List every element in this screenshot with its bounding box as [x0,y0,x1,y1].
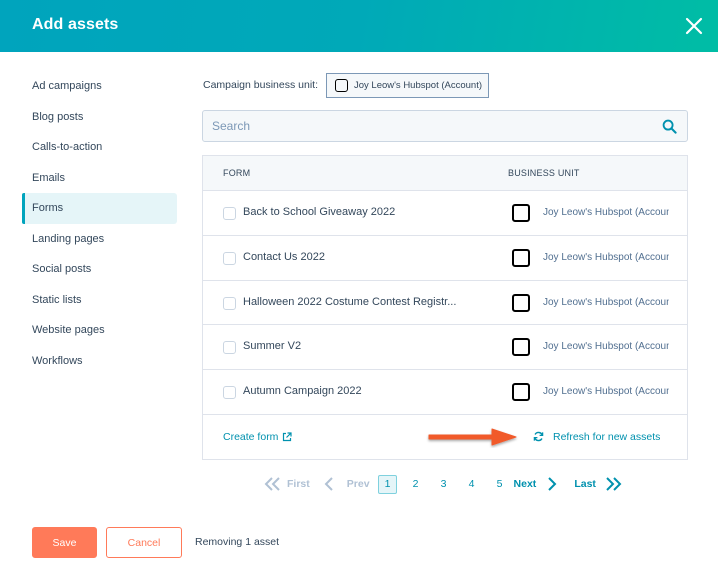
business-unit-value: Joy Leow's Hubspot (Account) [543,207,669,218]
table-row: Contact Us 2022 Joy Leow's Hubspot (Acco… [203,236,687,281]
sidebar-item-label: Blog posts [32,110,84,123]
forms-table: FORM BUSINESS UNIT Back to School Giveaw… [202,155,688,460]
sidebar-item-static-lists[interactable]: Static lists [22,285,177,316]
sidebar-item-ad-campaigns[interactable]: Ad campaigns [22,71,177,102]
first-page-button[interactable]: First [263,476,310,492]
next-page-button[interactable]: Next [514,476,558,492]
modal-title: Add assets [32,16,119,33]
column-header-business-unit[interactable]: BUSINESS UNIT [508,168,580,178]
search-input[interactable] [203,111,643,141]
sidebar-item-label: Landing pages [32,232,105,245]
page-1[interactable]: 1 [378,474,398,494]
first-label: First [287,478,310,490]
business-unit-icon [512,248,530,267]
prev-label: Prev [346,478,370,490]
business-unit-value: Joy Leow's Hubspot (Account) [543,296,669,308]
sidebar-item-label: Ad campaigns [32,80,102,92]
sidebar-item-label: Forms [32,202,64,214]
business-unit-value: Joy Leow's Hubspot (Account) [353,79,482,91]
refresh-icon [533,432,544,442]
business-unit-icon [512,338,530,357]
refresh-assets-link[interactable]: Refresh for new assets [533,431,660,443]
save-button[interactable]: Save [32,527,97,558]
table-row: Autumn Campaign 2022 Joy Leow's Hubspot … [203,370,687,415]
next-label: Next [513,478,537,490]
business-unit-icon [512,293,530,312]
business-unit-value: Joy Leow's Hubspot (Account) [543,341,669,353]
search-box [202,110,688,142]
sidebar-item-calls-to-action[interactable]: Calls-to-action [22,132,177,163]
sidebar-item-label: Calls-to-action [32,141,103,153]
annotation-arrow-icon [428,428,517,446]
business-unit-icon [512,204,530,222]
cancel-button[interactable]: Cancel [106,527,182,558]
form-name: Back to School Giveaway 2022 [243,206,396,218]
table-header: FORM BUSINESS UNIT [203,156,687,191]
business-unit-value: Joy Leow's Hubspot (Account) [543,251,669,263]
sidebar-item-workflows[interactable]: Workflows [22,346,177,377]
table-row: Halloween 2022 Costume Contest Registr..… [203,281,687,326]
form-name: Halloween 2022 Costume Contest Registr..… [243,295,457,308]
sidebar-item-label: Workflows [32,354,83,367]
page-3[interactable]: 3 [434,475,453,494]
form-name: Autumn Campaign 2022 [243,385,362,398]
form-name: Summer V2 [243,340,302,353]
create-form-link[interactable]: Create form [223,430,293,443]
business-unit-icon [334,78,348,92]
sidebar-item-label: Social posts [32,263,92,275]
asset-type-sidebar: Ad campaigns Blog posts Calls-to-action … [22,71,177,376]
sidebar-item-social-posts[interactable]: Social posts [22,254,177,285]
pagination: First Prev 1 2 3 4 5 Next Last [263,473,623,495]
modal-header: Add assets [0,0,718,52]
sidebar-item-label: Website pages [32,324,105,336]
row-checkbox[interactable] [223,251,236,265]
create-form-label: Create form [223,430,279,443]
business-unit-icon [512,383,530,402]
table-row: Back to School Giveaway 2022 Joy Leow's … [203,191,687,236]
close-button[interactable] [682,14,706,38]
row-checkbox[interactable] [223,341,236,355]
sidebar-item-landing-pages[interactable]: Landing pages [22,224,177,255]
table-row: Summer V2 Joy Leow's Hubspot (Account) [203,325,687,371]
business-unit-label: Campaign business unit: [203,79,318,91]
prev-page-button[interactable]: Prev [324,476,370,492]
status-text: Removing 1 asset [195,536,280,548]
external-link-icon [283,432,293,442]
sidebar-item-label: Static lists [32,293,82,306]
page-5[interactable]: 5 [490,475,509,494]
last-label: Last [574,478,596,490]
sidebar-item-forms[interactable]: Forms [22,193,177,224]
row-checkbox[interactable] [223,296,236,310]
sidebar-item-label: Emails [32,171,66,184]
double-chevron-right-icon [606,477,622,491]
page-2[interactable]: 2 [406,475,425,494]
search-icon[interactable] [662,119,677,134]
page-4[interactable]: 4 [462,475,481,494]
last-page-button[interactable]: Last [574,476,623,492]
refresh-label: Refresh for new assets [553,430,661,443]
chevron-right-icon [548,477,557,491]
sidebar-item-blog-posts[interactable]: Blog posts [22,102,177,133]
business-unit-row: Campaign business unit: Joy Leow's Hubsp… [203,72,489,98]
double-chevron-left-icon [264,477,280,491]
sidebar-item-website-pages[interactable]: Website pages [22,315,177,346]
close-icon [685,17,703,35]
row-checkbox[interactable] [223,386,236,400]
business-unit-select[interactable]: Joy Leow's Hubspot (Account) [325,72,489,98]
sidebar-item-emails[interactable]: Emails [22,163,177,194]
chevron-left-icon [324,477,333,491]
row-checkbox[interactable] [223,207,236,220]
form-name: Contact Us 2022 [243,250,325,263]
business-unit-value: Joy Leow's Hubspot (Account) [543,386,669,398]
column-header-form[interactable]: FORM [223,168,250,178]
